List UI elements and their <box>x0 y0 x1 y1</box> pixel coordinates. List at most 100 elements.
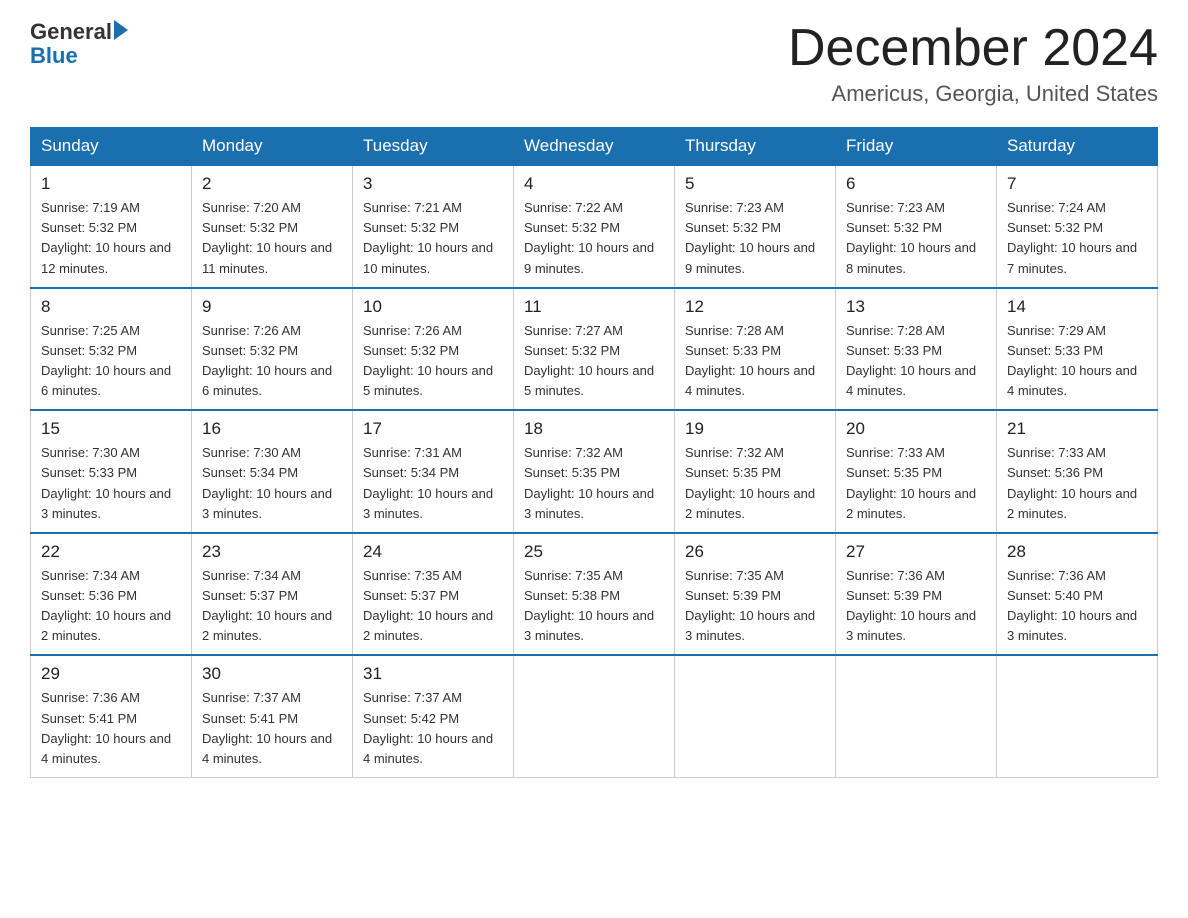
calendar-cell: 24 Sunrise: 7:35 AMSunset: 5:37 PMDayligh… <box>353 533 514 656</box>
day-info: Sunrise: 7:25 AMSunset: 5:32 PMDaylight:… <box>41 321 181 402</box>
day-number: 30 <box>202 664 342 684</box>
calendar-cell: 19Sunrise: 7:32 AMSunset: 5:35 PMDayligh… <box>675 410 836 533</box>
day-info: Sunrise: 7:26 AMSunset: 5:32 PMDaylight:… <box>363 321 503 402</box>
calendar-cell <box>514 655 675 777</box>
day-number: 29 <box>41 664 181 684</box>
day-number: 9 <box>202 297 342 317</box>
day-info: Sunrise: 7:22 AMSunset: 5:32 PMDaylight:… <box>524 198 664 279</box>
day-info: Sunrise: 7:37 AMSunset: 5:41 PMDaylight:… <box>202 688 342 769</box>
col-header-friday: Friday <box>836 128 997 166</box>
day-info: Sunrise: 7:37 AMSunset: 5:42 PMDaylight:… <box>363 688 503 769</box>
calendar-cell: 6Sunrise: 7:23 AMSunset: 5:32 PMDaylight… <box>836 165 997 288</box>
day-number: 24 <box>363 542 503 562</box>
day-info: Sunrise: 7:29 AMSunset: 5:33 PMDaylight:… <box>1007 321 1147 402</box>
day-number: 17 <box>363 419 503 439</box>
day-info: Sunrise: 7:36 AMSunset: 5:41 PMDaylight:… <box>41 688 181 769</box>
day-info: Sunrise: 7:35 AMSunset: 5:38 PMDaylight:… <box>524 566 664 647</box>
calendar-cell: 2 Sunrise: 7:20 AMSunset: 5:32 PMDaylight… <box>192 165 353 288</box>
calendar-cell: 23Sunrise: 7:34 AMSunset: 5:37 PMDayligh… <box>192 533 353 656</box>
calendar-cell: 14Sunrise: 7:29 AMSunset: 5:33 PMDayligh… <box>997 288 1158 411</box>
day-info: Sunrise: 7:27 AMSunset: 5:32 PMDaylight:… <box>524 321 664 402</box>
day-number: 1 <box>41 174 181 194</box>
day-number: 13 <box>846 297 986 317</box>
calendar-cell: 8 Sunrise: 7:25 AMSunset: 5:32 PMDaylight… <box>31 288 192 411</box>
day-info: Sunrise: 7:28 AMSunset: 5:33 PMDaylight:… <box>846 321 986 402</box>
day-number: 21 <box>1007 419 1147 439</box>
calendar-week-1: 1 Sunrise: 7:19 AMSunset: 5:32 PMDaylight… <box>31 165 1158 288</box>
calendar-subtitle: Americus, Georgia, United States <box>788 81 1158 107</box>
day-number: 3 <box>363 174 503 194</box>
calendar-cell <box>997 655 1158 777</box>
day-number: 7 <box>1007 174 1147 194</box>
day-number: 19 <box>685 419 825 439</box>
day-number: 18 <box>524 419 664 439</box>
day-number: 27 <box>846 542 986 562</box>
day-info: Sunrise: 7:30 AMSunset: 5:33 PMDaylight:… <box>41 443 181 524</box>
calendar-cell: 5 Sunrise: 7:23 AMSunset: 5:32 PMDaylight… <box>675 165 836 288</box>
day-number: 8 <box>41 297 181 317</box>
day-number: 25 <box>524 542 664 562</box>
day-info: Sunrise: 7:36 AMSunset: 5:40 PMDaylight:… <box>1007 566 1147 647</box>
col-header-monday: Monday <box>192 128 353 166</box>
day-info: Sunrise: 7:35 AMSunset: 5:39 PMDaylight:… <box>685 566 825 647</box>
day-info: Sunrise: 7:24 AMSunset: 5:32 PMDaylight:… <box>1007 198 1147 279</box>
day-number: 15 <box>41 419 181 439</box>
logo-arrow-icon <box>114 20 128 40</box>
day-number: 16 <box>202 419 342 439</box>
day-number: 10 <box>363 297 503 317</box>
calendar-week-2: 8 Sunrise: 7:25 AMSunset: 5:32 PMDaylight… <box>31 288 1158 411</box>
calendar-cell: 4 Sunrise: 7:22 AMSunset: 5:32 PMDaylight… <box>514 165 675 288</box>
day-number: 4 <box>524 174 664 194</box>
day-info: Sunrise: 7:26 AMSunset: 5:32 PMDaylight:… <box>202 321 342 402</box>
day-number: 5 <box>685 174 825 194</box>
calendar-cell: 12 Sunrise: 7:28 AMSunset: 5:33 PMDayligh… <box>675 288 836 411</box>
day-info: Sunrise: 7:23 AMSunset: 5:32 PMDaylight:… <box>685 198 825 279</box>
col-header-tuesday: Tuesday <box>353 128 514 166</box>
day-info: Sunrise: 7:33 AMSunset: 5:36 PMDaylight:… <box>1007 443 1147 524</box>
calendar-cell <box>836 655 997 777</box>
logo-general-text: General <box>30 20 112 44</box>
calendar-cell: 17 Sunrise: 7:31 AMSunset: 5:34 PMDayligh… <box>353 410 514 533</box>
calendar-cell: 21 Sunrise: 7:33 AMSunset: 5:36 PMDayligh… <box>997 410 1158 533</box>
calendar-cell: 18 Sunrise: 7:32 AMSunset: 5:35 PMDayligh… <box>514 410 675 533</box>
calendar-cell: 1 Sunrise: 7:19 AMSunset: 5:32 PMDaylight… <box>31 165 192 288</box>
title-area: December 2024 Americus, Georgia, United … <box>788 20 1158 107</box>
day-info: Sunrise: 7:28 AMSunset: 5:33 PMDaylight:… <box>685 321 825 402</box>
header: General Blue December 2024 Americus, Geo… <box>30 20 1158 107</box>
calendar-cell: 7 Sunrise: 7:24 AMSunset: 5:32 PMDaylight… <box>997 165 1158 288</box>
calendar-cell <box>675 655 836 777</box>
day-number: 12 <box>685 297 825 317</box>
day-info: Sunrise: 7:21 AMSunset: 5:32 PMDaylight:… <box>363 198 503 279</box>
col-header-wednesday: Wednesday <box>514 128 675 166</box>
calendar-cell: 10 Sunrise: 7:26 AMSunset: 5:32 PMDayligh… <box>353 288 514 411</box>
day-info: Sunrise: 7:34 AMSunset: 5:36 PMDaylight:… <box>41 566 181 647</box>
day-number: 26 <box>685 542 825 562</box>
day-info: Sunrise: 7:35 AMSunset: 5:37 PMDaylight:… <box>363 566 503 647</box>
day-number: 2 <box>202 174 342 194</box>
calendar-cell: 25 Sunrise: 7:35 AMSunset: 5:38 PMDayligh… <box>514 533 675 656</box>
day-info: Sunrise: 7:19 AMSunset: 5:32 PMDaylight:… <box>41 198 181 279</box>
day-number: 11 <box>524 297 664 317</box>
calendar-cell: 30 Sunrise: 7:37 AMSunset: 5:41 PMDayligh… <box>192 655 353 777</box>
day-info: Sunrise: 7:31 AMSunset: 5:34 PMDaylight:… <box>363 443 503 524</box>
calendar-cell: 16 Sunrise: 7:30 AMSunset: 5:34 PMDayligh… <box>192 410 353 533</box>
day-info: Sunrise: 7:23 AMSunset: 5:32 PMDaylight:… <box>846 198 986 279</box>
logo: General Blue <box>30 20 128 68</box>
day-number: 23 <box>202 542 342 562</box>
day-info: Sunrise: 7:32 AMSunset: 5:35 PMDaylight:… <box>524 443 664 524</box>
day-number: 28 <box>1007 542 1147 562</box>
calendar-week-3: 15 Sunrise: 7:30 AMSunset: 5:33 PMDayligh… <box>31 410 1158 533</box>
calendar-cell: 31 Sunrise: 7:37 AMSunset: 5:42 PMDayligh… <box>353 655 514 777</box>
calendar-cell: 13 Sunrise: 7:28 AMSunset: 5:33 PMDayligh… <box>836 288 997 411</box>
day-number: 31 <box>363 664 503 684</box>
day-info: Sunrise: 7:20 AMSunset: 5:32 PMDaylight:… <box>202 198 342 279</box>
day-info: Sunrise: 7:36 AMSunset: 5:39 PMDaylight:… <box>846 566 986 647</box>
calendar-week-5: 29 Sunrise: 7:36 AMSunset: 5:41 PMDayligh… <box>31 655 1158 777</box>
day-number: 22 <box>41 542 181 562</box>
calendar-cell: 29 Sunrise: 7:36 AMSunset: 5:41 PMDayligh… <box>31 655 192 777</box>
calendar-cell: 15 Sunrise: 7:30 AMSunset: 5:33 PMDayligh… <box>31 410 192 533</box>
header-row: SundayMondayTuesdayWednesdayThursdayFrid… <box>31 128 1158 166</box>
day-info: Sunrise: 7:30 AMSunset: 5:34 PMDaylight:… <box>202 443 342 524</box>
calendar-title: December 2024 <box>788 20 1158 77</box>
calendar-cell: 9 Sunrise: 7:26 AMSunset: 5:32 PMDaylight… <box>192 288 353 411</box>
